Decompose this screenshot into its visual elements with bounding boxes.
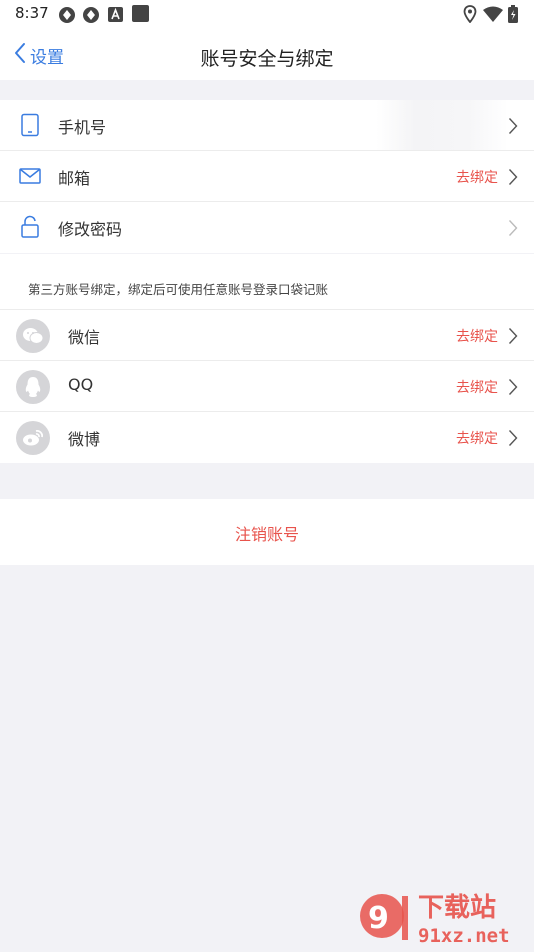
status-time: 8:37 — [15, 4, 49, 22]
nav-bar: 设置 账号安全与绑定 — [0, 28, 534, 80]
qq-row[interactable]: QQ 去绑定 — [0, 361, 534, 412]
qq-label: QQ — [68, 375, 94, 394]
notification-square-icon — [132, 5, 149, 26]
account-card: 手机号 邮箱 去绑定 修改密码 — [0, 100, 534, 253]
chevron-right-icon — [508, 117, 518, 135]
email-label: 邮箱 — [58, 169, 91, 188]
chevron-right-icon — [508, 327, 518, 345]
weibo-icon — [16, 421, 50, 455]
bind-email-link[interactable]: 去绑定 — [456, 167, 498, 187]
location-icon — [463, 5, 477, 27]
watermark-domain: 91xz.net — [418, 925, 510, 947]
status-bar: 8:37 — [0, 0, 534, 28]
watermark-brand: 下载站 — [418, 893, 496, 923]
weibo-row[interactable]: 微博 去绑定 — [0, 412, 534, 463]
chevron-right-icon — [508, 219, 518, 237]
phone-number-blurred — [376, 100, 508, 151]
chevron-right-icon — [508, 168, 518, 186]
mail-icon — [18, 164, 42, 188]
lock-icon — [18, 215, 42, 239]
cancel-account-button[interactable]: 注销账号 — [0, 499, 534, 565]
email-row[interactable]: 邮箱 去绑定 — [0, 151, 534, 202]
sync-icon — [82, 6, 100, 28]
app-notification-icon — [108, 7, 123, 26]
change-password-label: 修改密码 — [58, 220, 123, 239]
chevron-right-icon — [508, 429, 518, 447]
wechat-icon — [16, 319, 50, 353]
battery-icon — [508, 5, 518, 27]
wechat-label: 微信 — [68, 328, 101, 347]
page-title: 账号安全与绑定 — [200, 48, 334, 70]
bind-weibo-link[interactable]: 去绑定 — [456, 428, 498, 448]
phone-label: 手机号 — [58, 118, 107, 137]
qq-icon — [16, 370, 50, 404]
chevron-right-icon — [508, 378, 518, 396]
wechat-row[interactable]: 微信 去绑定 — [0, 310, 534, 361]
change-password-row[interactable]: 修改密码 — [0, 202, 534, 253]
weibo-label: 微博 — [68, 430, 101, 449]
wifi-icon — [483, 6, 503, 26]
phone-row[interactable]: 手机号 — [0, 100, 534, 151]
svg-text:9: 9 — [368, 901, 389, 936]
third-party-hint: 第三方账号绑定，绑定后可使用任意账号登录口袋记账 — [28, 282, 329, 297]
watermark-logo: 9 下载站 91xz.net — [358, 886, 528, 948]
phone-icon — [18, 113, 42, 137]
bind-wechat-link[interactable]: 去绑定 — [456, 326, 498, 346]
sync-icon — [58, 6, 76, 28]
bind-qq-link[interactable]: 去绑定 — [456, 377, 498, 397]
cancel-account-label: 注销账号 — [234, 525, 299, 544]
